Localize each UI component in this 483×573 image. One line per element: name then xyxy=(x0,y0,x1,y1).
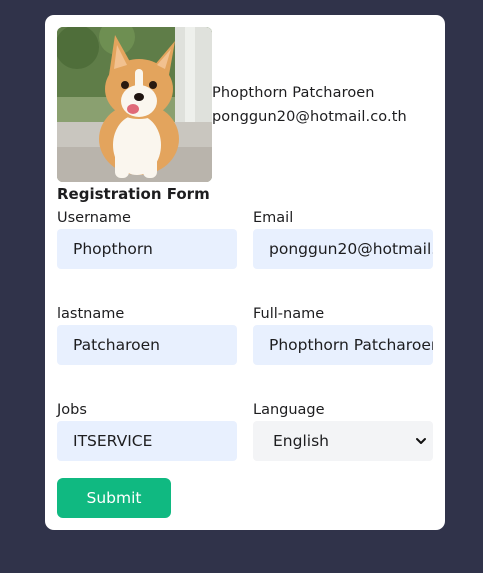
lastname-field-group: lastname Patcharoen xyxy=(57,305,237,365)
submit-button[interactable]: Submit xyxy=(57,478,171,518)
username-label: Username xyxy=(57,210,131,226)
avatar xyxy=(57,27,212,182)
email-input[interactable]: ponggun20@hotmail.co.th xyxy=(253,229,433,269)
chevron-down-icon xyxy=(416,438,426,444)
corgi-dog-photo xyxy=(57,27,212,182)
jobs-input[interactable]: ITSERVICE xyxy=(57,421,237,461)
fullname-label: Full-name xyxy=(253,306,325,322)
language-field-group: Language English xyxy=(253,401,433,461)
email-label: Email xyxy=(253,210,294,226)
username-input[interactable]: Phopthorn xyxy=(57,229,237,269)
language-select[interactable]: English xyxy=(253,421,433,461)
language-label: Language xyxy=(253,402,325,418)
fullname-field-group: Full-name Phopthorn Patcharoen xyxy=(253,305,433,365)
registration-card: Phopthorn Patcharoen ponggun20@hotmail.c… xyxy=(45,15,445,530)
lastname-label: lastname xyxy=(57,306,125,322)
profile-info: Phopthorn Patcharoen ponggun20@hotmail.c… xyxy=(212,81,407,129)
profile-header: Phopthorn Patcharoen ponggun20@hotmail.c… xyxy=(57,27,407,182)
jobs-label: Jobs xyxy=(57,402,87,418)
language-selected-value: English xyxy=(273,432,329,450)
profile-name: Phopthorn Patcharoen xyxy=(212,84,375,101)
lastname-input[interactable]: Patcharoen xyxy=(57,325,237,365)
profile-email: ponggun20@hotmail.co.th xyxy=(212,108,407,125)
email-field-group: Email ponggun20@hotmail.co.th xyxy=(253,209,433,269)
username-field-group: Username Phopthorn xyxy=(57,209,237,269)
jobs-field-group: Jobs ITSERVICE xyxy=(57,401,237,461)
form-title: Registration Form xyxy=(57,185,210,203)
fullname-input[interactable]: Phopthorn Patcharoen xyxy=(253,325,433,365)
